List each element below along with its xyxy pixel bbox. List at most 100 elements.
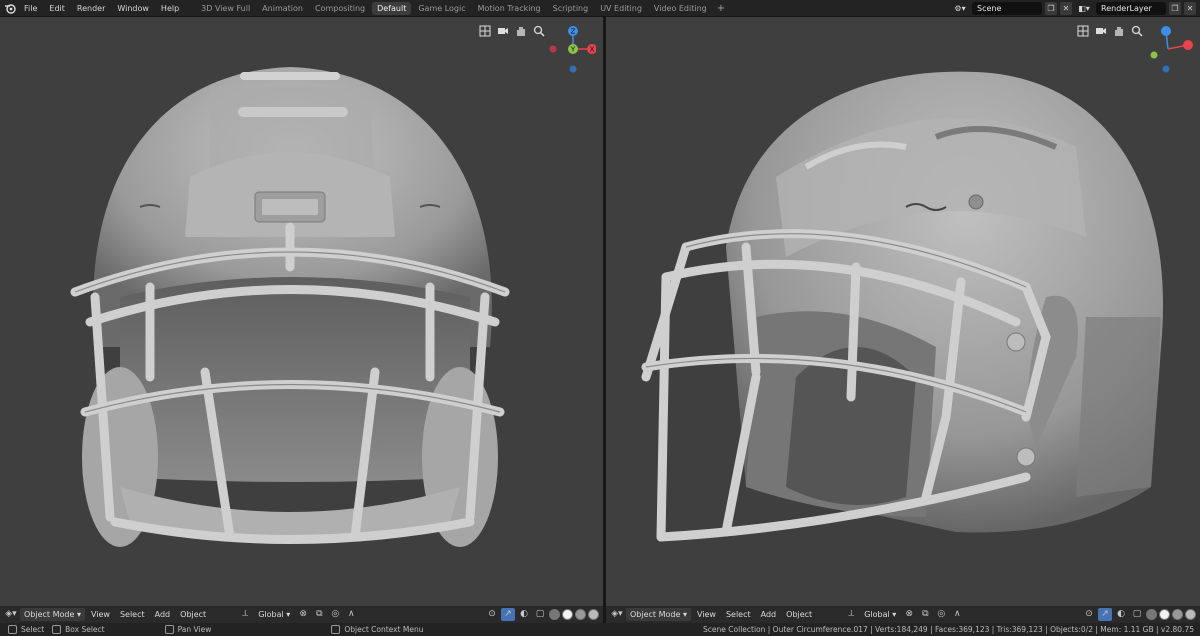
editor-type-icon[interactable]: ◈▾ bbox=[610, 608, 624, 621]
overlay-icon[interactable]: ◐ bbox=[1114, 608, 1128, 621]
falloff-icon[interactable]: ∧ bbox=[950, 608, 964, 621]
pivot-point-icon[interactable]: ⊗ bbox=[902, 608, 916, 621]
transform-orientation-icon[interactable]: ⟂ bbox=[238, 608, 252, 621]
rendered-shading-icon[interactable] bbox=[588, 609, 599, 620]
camera-view-icon[interactable] bbox=[495, 23, 511, 39]
pan-hand-icon[interactable] bbox=[1111, 23, 1127, 39]
helmet-front-view bbox=[70, 67, 510, 547]
tab-default[interactable]: Default bbox=[372, 1, 412, 15]
camera-view-icon[interactable] bbox=[1093, 23, 1109, 39]
toggle-quad-view-icon[interactable] bbox=[477, 23, 493, 39]
menu-select[interactable]: Select bbox=[722, 608, 755, 621]
proportional-edit-icon[interactable]: ◎ bbox=[328, 608, 342, 621]
menu-view[interactable]: View bbox=[693, 608, 720, 621]
gizmo-z-label: Z bbox=[571, 28, 576, 36]
overlay-icon[interactable]: ◐ bbox=[517, 608, 531, 621]
rendered-shading-icon[interactable] bbox=[1185, 609, 1196, 620]
render-layer-field[interactable]: RenderLayer bbox=[1096, 2, 1166, 15]
editor-type-icon[interactable]: ◈▾ bbox=[4, 608, 18, 621]
menu-edit[interactable]: Edit bbox=[43, 0, 71, 17]
visibility-icon[interactable]: ⊙ bbox=[1082, 608, 1096, 621]
scene-copy-icon[interactable]: ❐ bbox=[1045, 2, 1057, 15]
xray-icon[interactable]: ▢ bbox=[1130, 608, 1144, 621]
snap-icon[interactable]: ⧉ bbox=[312, 608, 326, 621]
menu-window[interactable]: Window bbox=[111, 0, 155, 17]
tab-scripting[interactable]: Scripting bbox=[548, 2, 594, 15]
gizmo-toggle-icon[interactable]: ↗ bbox=[1098, 608, 1112, 621]
mouse-drag-icon bbox=[52, 625, 62, 634]
gizmo-toggle-icon[interactable]: ↗ bbox=[501, 608, 515, 621]
helmet-perspective-view bbox=[641, 71, 1164, 542]
orientation-label: Global bbox=[258, 610, 284, 619]
solid-shading-icon[interactable] bbox=[1159, 609, 1170, 620]
axis-gizmo-left[interactable]: Z X Y bbox=[546, 23, 596, 81]
viewport-left[interactable]: Z X Y ◈▾ Object Mode ▾ View Select Add O… bbox=[0, 17, 603, 623]
proportional-edit-icon[interactable]: ◎ bbox=[934, 608, 948, 621]
mode-label: Object Mode bbox=[24, 610, 75, 619]
tab-motion-tracking[interactable]: Motion Tracking bbox=[473, 2, 546, 15]
orientation-dropdown[interactable]: Global ▾ bbox=[860, 608, 900, 621]
layer-copy-icon[interactable]: ❐ bbox=[1169, 2, 1181, 15]
layer-close-icon[interactable]: ✕ bbox=[1184, 2, 1196, 15]
zoom-magnifier-icon[interactable] bbox=[1129, 23, 1145, 39]
falloff-icon[interactable]: ∧ bbox=[344, 608, 358, 621]
solid-shading-icon[interactable] bbox=[562, 609, 573, 620]
menu-add[interactable]: Add bbox=[757, 608, 781, 621]
status-pan-view-label: Pan View bbox=[177, 625, 212, 634]
material-shading-icon[interactable] bbox=[575, 609, 586, 620]
navigation-controls-left bbox=[477, 23, 547, 39]
workspace-tabs: 3D View Full Animation Compositing Defau… bbox=[195, 0, 729, 17]
tab-animation[interactable]: Animation bbox=[257, 2, 308, 15]
menu-object[interactable]: Object bbox=[176, 608, 210, 621]
status-select: Select bbox=[8, 625, 44, 634]
mouse-middle-icon bbox=[164, 625, 174, 634]
menu-add[interactable]: Add bbox=[151, 608, 175, 621]
object-mode-dropdown[interactable]: Object Mode ▾ bbox=[626, 608, 691, 621]
tab-compositing[interactable]: Compositing bbox=[310, 2, 370, 15]
add-workspace-button[interactable]: + bbox=[713, 3, 729, 14]
transform-orientation-icon[interactable]: ⟂ bbox=[844, 608, 858, 621]
tab-game-logic[interactable]: Game Logic bbox=[413, 2, 470, 15]
orientation-dropdown[interactable]: Global ▾ bbox=[254, 608, 294, 621]
axis-gizmo-right[interactable] bbox=[1146, 23, 1196, 81]
menu-view[interactable]: View bbox=[87, 608, 114, 621]
zoom-magnifier-icon[interactable] bbox=[531, 23, 547, 39]
pivot-point-icon[interactable]: ⊗ bbox=[296, 608, 310, 621]
tab-3d-view-full[interactable]: 3D View Full bbox=[196, 2, 255, 15]
status-context-menu: Object Context Menu bbox=[331, 625, 424, 634]
mode-label: Object Mode bbox=[630, 610, 681, 619]
menu-object[interactable]: Object bbox=[782, 608, 816, 621]
material-shading-icon[interactable] bbox=[1172, 609, 1183, 620]
blender-logo-icon[interactable] bbox=[2, 0, 18, 17]
menu-help[interactable]: Help bbox=[155, 0, 185, 17]
status-bar: Select Box Select Pan View Object Contex… bbox=[0, 623, 1200, 636]
gizmo-x-label: X bbox=[590, 46, 595, 54]
status-select-label: Select bbox=[21, 625, 45, 634]
scene-statistics: Scene Collection | Outer Circumference.0… bbox=[703, 625, 1194, 634]
scene-field[interactable]: Scene bbox=[972, 2, 1042, 15]
pan-hand-icon[interactable] bbox=[513, 23, 529, 39]
menu-render[interactable]: Render bbox=[71, 0, 111, 17]
orientation-label: Global bbox=[864, 610, 890, 619]
render-layer-icon[interactable]: ◧▾ bbox=[1075, 2, 1093, 15]
viewport-right[interactable]: ◈▾ Object Mode ▾ View Select Add Object … bbox=[606, 17, 1200, 623]
menu-file[interactable]: File bbox=[18, 0, 43, 17]
status-context-menu-label: Object Context Menu bbox=[344, 625, 424, 634]
wireframe-shading-icon[interactable] bbox=[1146, 609, 1157, 620]
tab-uv-editing[interactable]: UV Editing bbox=[595, 2, 647, 15]
scene-close-icon[interactable]: ✕ bbox=[1060, 2, 1072, 15]
viewport-header-right: ◈▾ Object Mode ▾ View Select Add Object … bbox=[606, 606, 1200, 623]
object-mode-dropdown[interactable]: Object Mode ▾ bbox=[20, 608, 85, 621]
xray-icon[interactable]: ▢ bbox=[533, 608, 547, 621]
toggle-quad-view-icon[interactable] bbox=[1075, 23, 1091, 39]
menu-select[interactable]: Select bbox=[116, 608, 149, 621]
tab-video-editing[interactable]: Video Editing bbox=[649, 2, 712, 15]
mouse-left-icon bbox=[8, 625, 17, 634]
snap-icon[interactable]: ⧉ bbox=[918, 608, 932, 621]
status-box-select: Box Select bbox=[52, 625, 105, 634]
top-bar: File Edit Render Window Help 3D View Ful… bbox=[0, 0, 1200, 17]
wireframe-shading-icon[interactable] bbox=[549, 609, 560, 620]
scene-icon[interactable]: ⚙▾ bbox=[951, 2, 969, 15]
visibility-icon[interactable]: ⊙ bbox=[485, 608, 499, 621]
status-pan-view: Pan View bbox=[164, 625, 212, 634]
